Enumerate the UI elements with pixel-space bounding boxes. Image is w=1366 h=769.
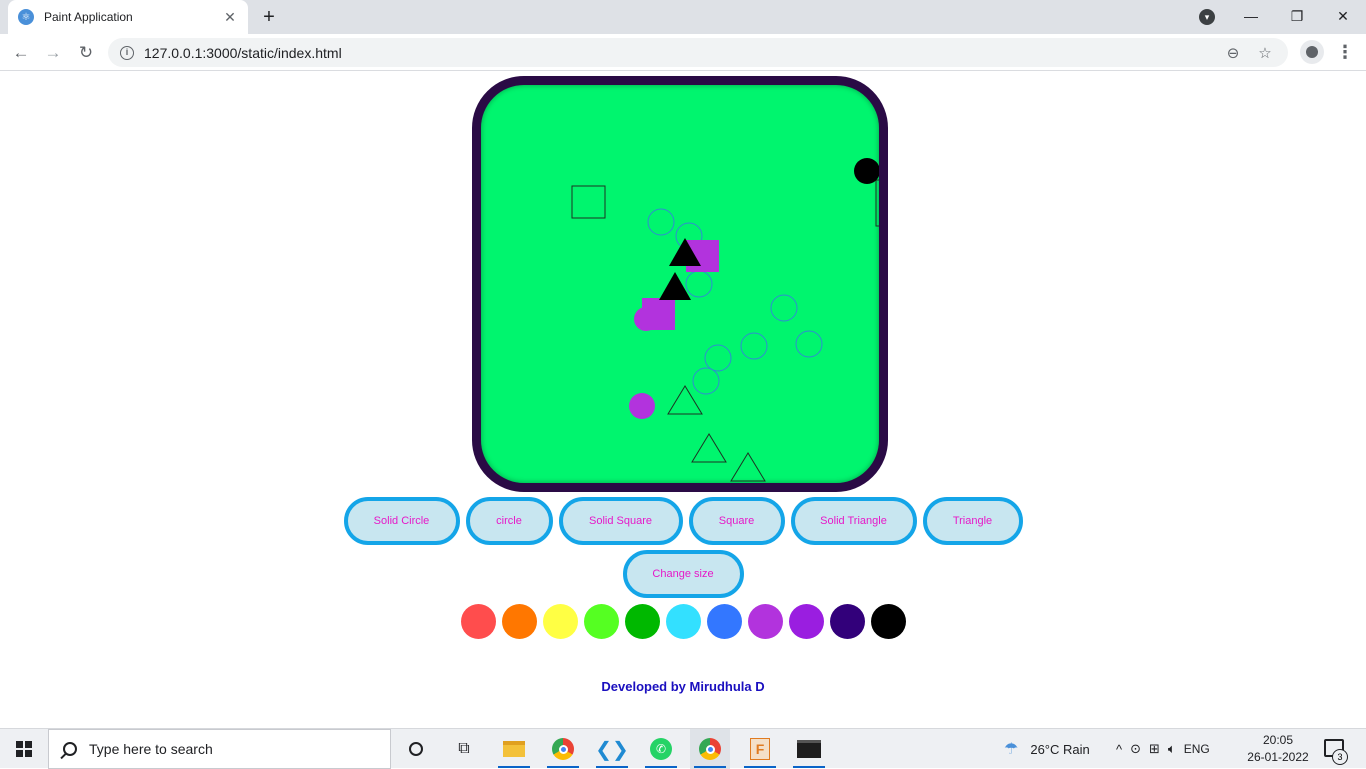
browser-tab[interactable]: ⚛ Paint Application ✕: [8, 0, 248, 34]
browser-tab-bar: ⚛ Paint Application ✕ + ▾ — ❐ ✕: [0, 0, 1366, 34]
color-swatch[interactable]: [542, 604, 578, 639]
clock-date: 26-01-2022: [1247, 750, 1309, 764]
change-size-button[interactable]: Change size: [622, 550, 744, 598]
solid-triangle-button[interactable]: Solid Triangle: [790, 497, 917, 545]
task-view-button[interactable]: ⧉: [444, 729, 484, 769]
color-swatch[interactable]: [829, 604, 865, 639]
browser-toolbar: ← → ↻ i 127.0.0.1:3000/static/index.html…: [0, 34, 1366, 71]
color-palette: [0, 604, 1366, 639]
system-tray: ^ ⊙ ⊞ 🔈︎ ENG: [1116, 729, 1210, 769]
site-info-icon[interactable]: i: [120, 45, 134, 60]
meet-now-icon[interactable]: ⊙: [1130, 741, 1141, 757]
solid-circle-button[interactable]: Solid Circle: [343, 497, 460, 545]
notification-count: 3: [1332, 749, 1348, 765]
color-swatch[interactable]: [706, 604, 742, 639]
vscode-icon: ❮❯: [595, 738, 629, 761]
close-tab-icon[interactable]: ✕: [222, 9, 238, 26]
browser-menu-icon[interactable]: ⋮: [1336, 40, 1354, 64]
color-swatch[interactable]: [460, 604, 496, 639]
solid-square-shape: [642, 298, 675, 330]
hollow-circle-shape: [795, 330, 823, 358]
start-button[interactable]: [0, 729, 48, 769]
profile-avatar[interactable]: [1300, 40, 1324, 64]
hollow-square-shape: [571, 185, 606, 219]
back-icon[interactable]: ←: [8, 40, 34, 66]
taskbar-terminal[interactable]: [789, 729, 829, 769]
url-text[interactable]: 127.0.0.1:3000/static/index.html: [144, 45, 1212, 61]
size-button-row: Change size: [0, 550, 1366, 598]
taskbar-fusion[interactable]: F: [740, 729, 780, 769]
clock-time: 20:05: [1262, 733, 1294, 747]
zoom-icon[interactable]: ⊖: [1222, 44, 1244, 62]
forward-icon[interactable]: →: [40, 40, 66, 66]
taskbar-search[interactable]: Type here to search: [48, 729, 391, 769]
color-swatch[interactable]: [501, 604, 537, 639]
hollow-triangle-shape: [730, 452, 766, 482]
color-swatch[interactable]: [788, 604, 824, 639]
search-icon: [63, 742, 77, 756]
reload-icon[interactable]: ↻: [73, 40, 99, 66]
new-tab-button[interactable]: +: [258, 6, 280, 28]
taskbar-chrome-active[interactable]: [690, 729, 730, 769]
tray-chevron-icon[interactable]: ^: [1116, 742, 1122, 757]
circle-button[interactable]: circle: [465, 497, 553, 545]
chrome-icon: [699, 738, 721, 760]
solid-square-button[interactable]: Solid Square: [558, 497, 683, 545]
windows-taskbar: Type here to search ⧉ ❮❯ ✆ F ☂ 26°C Rain…: [0, 728, 1366, 769]
color-swatch[interactable]: [747, 604, 783, 639]
hollow-circle-shape: [685, 270, 713, 298]
windows-logo-icon: [16, 741, 32, 757]
whatsapp-icon: ✆: [650, 738, 672, 760]
rain-cloud-icon: ☂: [1004, 741, 1019, 758]
taskbar-chrome[interactable]: [543, 729, 583, 769]
taskbar-search-placeholder: Type here to search: [89, 741, 213, 757]
taskbar-whatsapp[interactable]: ✆: [641, 729, 681, 769]
cortana-icon: [409, 742, 423, 756]
hollow-circle-shape: [740, 332, 768, 360]
hollow-circle-shape: [647, 208, 675, 236]
cortana-button[interactable]: [396, 729, 436, 769]
hollow-triangle-shape: [691, 433, 727, 463]
color-swatch[interactable]: [665, 604, 701, 639]
file-explorer-icon: [503, 741, 525, 757]
tab-search-icon[interactable]: ▾: [1199, 9, 1215, 25]
hollow-circle-shape: [770, 294, 798, 322]
color-swatch[interactable]: [624, 604, 660, 639]
taskbar-vscode[interactable]: ❮❯: [592, 729, 632, 769]
solid-circle-shape: [629, 393, 655, 419]
hollow-square-shape: [875, 179, 879, 227]
tab-title: Paint Application: [44, 10, 133, 24]
hollow-circle-shape: [692, 367, 720, 395]
network-icon[interactable]: ⊞: [1149, 741, 1160, 757]
react-favicon-icon: ⚛: [18, 9, 34, 25]
drawing-canvas[interactable]: [472, 76, 888, 492]
address-bar[interactable]: i 127.0.0.1:3000/static/index.html ⊖ ☆: [108, 38, 1288, 67]
volume-icon[interactable]: 🔈︎: [1168, 741, 1176, 757]
chrome-icon: [552, 738, 574, 760]
color-swatch[interactable]: [870, 604, 906, 639]
minimize-button[interactable]: —: [1228, 0, 1274, 34]
restore-button[interactable]: ❐: [1274, 0, 1320, 34]
task-view-icon: ⧉: [458, 740, 470, 757]
person-icon: [1306, 46, 1318, 58]
credit-text: Developed by Mirudhula D: [601, 679, 765, 694]
window-controls: — ❐ ✕: [1228, 0, 1366, 34]
fusion-icon: F: [750, 738, 770, 760]
triangle-button[interactable]: Triangle: [922, 497, 1023, 545]
canvas-drawing: [571, 158, 879, 482]
square-button[interactable]: Square: [688, 497, 785, 545]
terminal-icon: [797, 740, 821, 758]
taskbar-file-explorer[interactable]: [494, 729, 534, 769]
language-indicator[interactable]: ENG: [1184, 742, 1210, 756]
hollow-circle-shape: [704, 344, 732, 372]
solid-circle-shape: [854, 158, 879, 184]
weather-widget[interactable]: ☂ 26°C Rain: [1004, 729, 1090, 769]
shape-button-row: Solid Circle circle Solid Square Square …: [0, 497, 1366, 545]
weather-text: 26°C Rain: [1030, 741, 1090, 757]
bookmark-star-icon[interactable]: ☆: [1254, 44, 1276, 62]
color-swatch[interactable]: [583, 604, 619, 639]
close-window-button[interactable]: ✕: [1320, 0, 1366, 34]
taskbar-clock[interactable]: 20:05 26-01-2022: [1244, 732, 1312, 766]
